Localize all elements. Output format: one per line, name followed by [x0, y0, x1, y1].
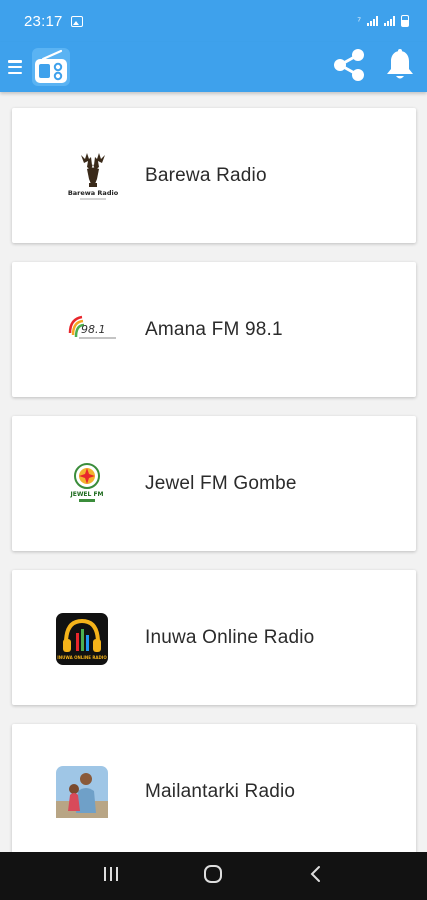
station-card[interactable]: Mailantarki Radio	[12, 724, 416, 852]
jewel-fm-logo: JEWEL FM	[54, 445, 132, 523]
deer-logo-text: Barewa Radio	[68, 189, 119, 197]
station-name: Jewel FM Gombe	[145, 472, 297, 494]
radio-logo-icon	[30, 46, 72, 88]
deer-logo: Barewa Radio	[54, 137, 132, 215]
back-icon[interactable]	[306, 864, 326, 889]
inuwa-logo-text: INUWA ONLINE RADIO	[57, 655, 107, 660]
share-icon[interactable]	[331, 47, 367, 88]
station-name: Inuwa Online Radio	[145, 626, 315, 648]
station-card[interactable]: 98.1 Amana FM 98.1	[12, 262, 416, 397]
home-icon[interactable]	[202, 863, 224, 890]
jewel-logo-text: JEWEL FM	[69, 491, 103, 498]
amana-logo: 98.1	[54, 291, 132, 369]
wifi-question-icon: ⁷	[357, 15, 361, 27]
bell-icon[interactable]	[385, 48, 415, 87]
station-name: Amana FM 98.1	[145, 318, 283, 340]
station-list: Barewa Radio Barewa Radio 98.1 Amana FM …	[0, 92, 427, 852]
amana-logo-text: 98.1	[81, 323, 106, 336]
signal-icon	[367, 16, 378, 26]
station-card[interactable]: Barewa Radio Barewa Radio	[12, 108, 416, 243]
battery-icon	[401, 15, 409, 27]
station-card[interactable]: JEWEL FM Jewel FM Gombe	[12, 416, 416, 551]
status-bar: 23:17 ⁷	[0, 0, 427, 42]
app-bar	[0, 42, 427, 92]
recents-icon[interactable]	[101, 864, 121, 889]
image-icon	[70, 15, 83, 27]
signal-icon	[384, 16, 395, 26]
station-name: Barewa Radio	[145, 164, 267, 186]
person-photo-logo	[54, 753, 132, 831]
headphones-logo: INUWA ONLINE RADIO	[54, 599, 132, 677]
system-nav-bar	[0, 852, 427, 900]
station-name: Mailantarki Radio	[145, 780, 296, 802]
station-card[interactable]: INUWA ONLINE RADIO Inuwa Online Radio	[12, 570, 416, 705]
status-time: 23:17	[24, 12, 63, 30]
status-icons: ⁷	[357, 15, 409, 27]
hamburger-menu-icon[interactable]	[8, 60, 22, 74]
